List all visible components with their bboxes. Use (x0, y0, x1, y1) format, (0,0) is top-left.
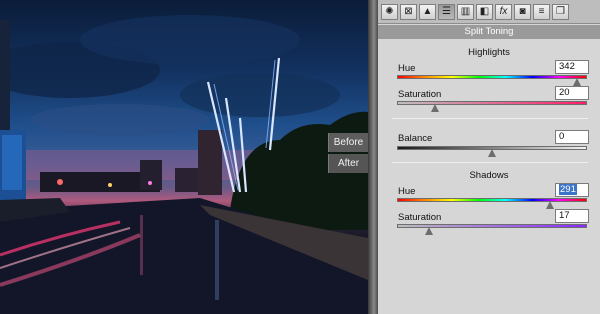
highlights-saturation-thumb[interactable] (430, 104, 440, 112)
shadows-heading: Shadows (469, 170, 509, 181)
before-button[interactable]: Before (328, 133, 368, 152)
after-button[interactable]: After (328, 154, 368, 173)
highlights-saturation-input[interactable]: 20 (555, 86, 589, 100)
highlights-saturation-label: Saturation (398, 89, 442, 100)
separator (392, 118, 588, 119)
highlights-saturation-slider[interactable] (397, 101, 587, 105)
triangle-icon[interactable]: ▲ (419, 4, 436, 20)
shadows-saturation-input[interactable]: 17 (555, 209, 589, 223)
camera-icon[interactable]: ◙ (514, 4, 531, 20)
shadows-hue-input[interactable]: 291 (555, 183, 589, 197)
shadows-hue-label: Hue (398, 186, 416, 197)
highlights-hue-thumb[interactable] (573, 78, 582, 86)
separator (392, 162, 588, 163)
lens-icon[interactable]: ◧ (476, 4, 493, 20)
panel-title: Split Toning (378, 25, 600, 39)
night-city-photo (0, 15, 368, 314)
presets-icon[interactable]: ≡ (533, 4, 550, 20)
aperture-icon[interactable]: ✺ (381, 4, 398, 20)
shadows-hue-thumb[interactable] (546, 201, 555, 209)
highlights-hue-slider[interactable] (397, 75, 587, 79)
detail-icon[interactable]: ▥ (457, 4, 474, 20)
shadows-saturation-thumb[interactable] (424, 227, 434, 235)
snapshots-icon[interactable]: ❐ (552, 4, 569, 20)
highlights-heading: Highlights (468, 47, 510, 58)
highlights-hue-label: Hue (398, 63, 416, 74)
split-toning-panel: ✺ ⊠ ▲ ☰ ▥ ◧ fx ◙ ≡ ❐ Split Toning Highli… (378, 0, 600, 314)
highlights-hue-input[interactable]: 342 (555, 60, 589, 74)
balance-label: Balance (398, 133, 433, 144)
panel-toolbar: ✺ ⊠ ▲ ☰ ▥ ◧ fx ◙ ≡ ❐ (378, 0, 600, 24)
fx-icon[interactable]: fx (495, 4, 512, 20)
balance-thumb[interactable] (487, 149, 497, 157)
shadows-hue-value: 291 (559, 184, 577, 195)
balance-input[interactable]: 0 (555, 130, 589, 144)
photo-preview[interactable]: Before After (0, 0, 368, 314)
panel-divider[interactable] (368, 0, 378, 314)
curve-icon[interactable]: ⊠ (400, 4, 417, 20)
shadows-hue-slider[interactable] (397, 198, 587, 202)
shadows-saturation-label: Saturation (398, 212, 442, 223)
split-toning-icon[interactable]: ☰ (438, 4, 455, 20)
